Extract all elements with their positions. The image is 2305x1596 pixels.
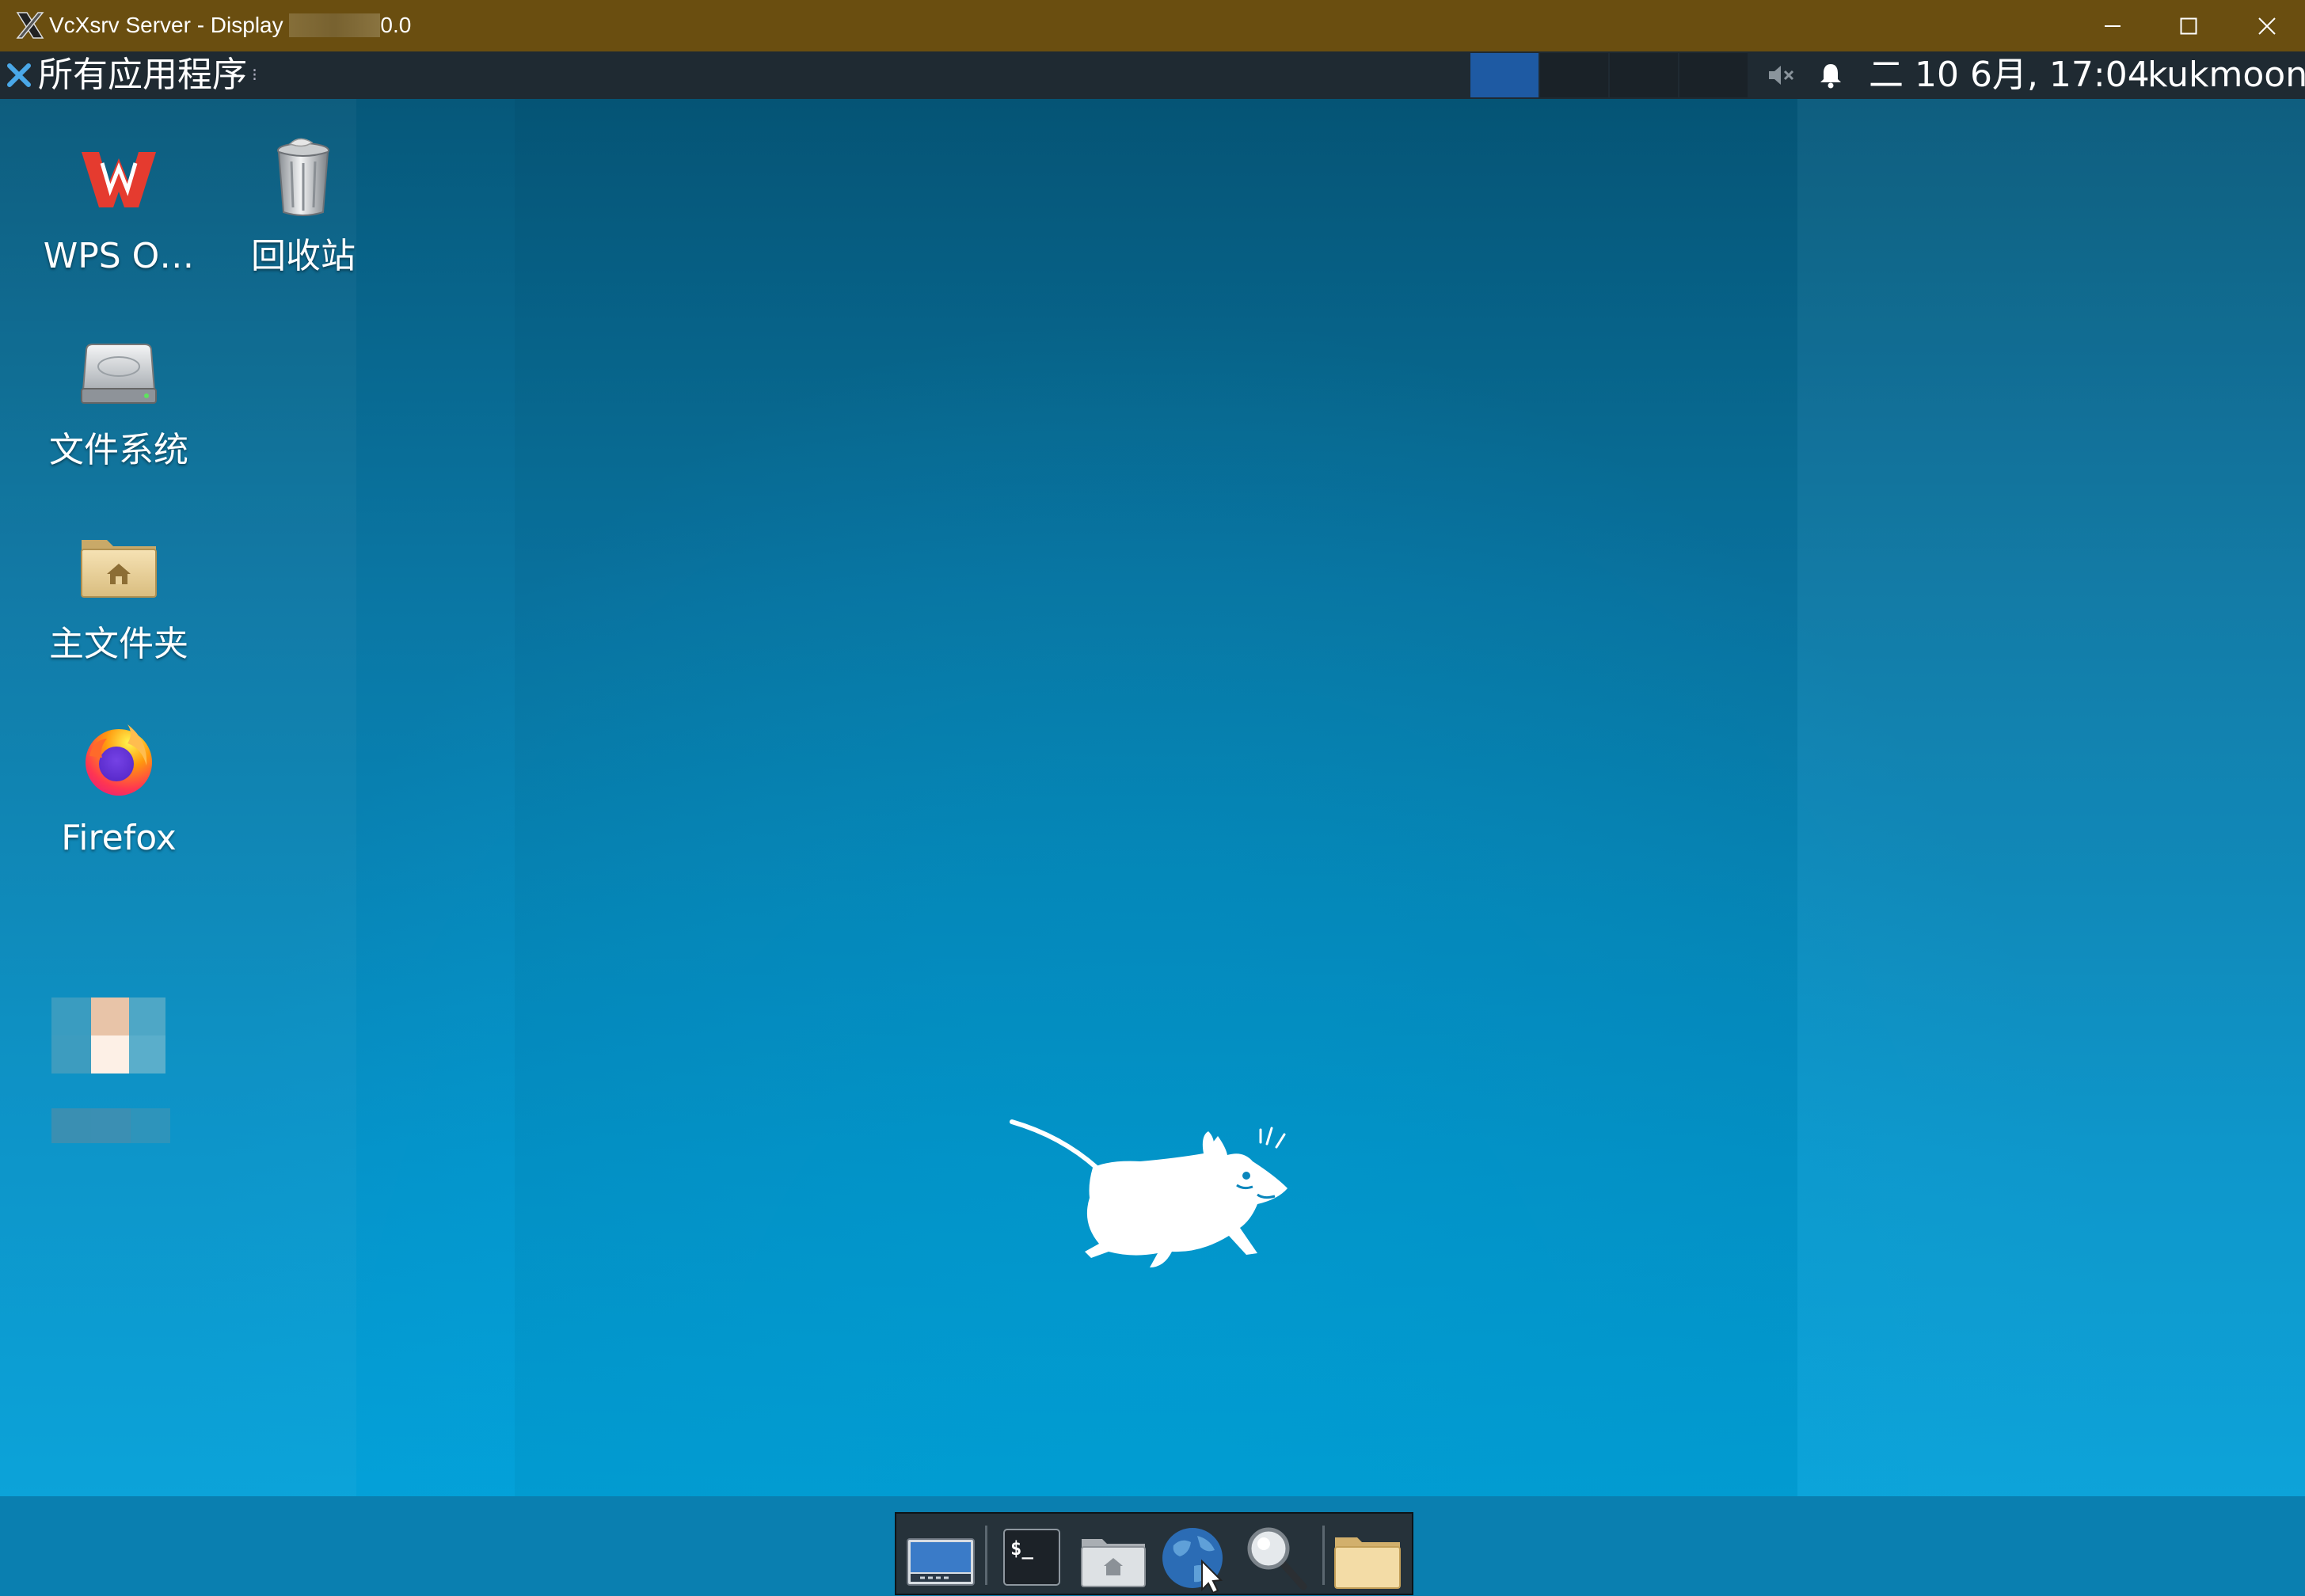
wallpaper-band [515,99,1797,1496]
top-panel: 所有应用程序 ⁝ 二 10 6月, 17:04 kukmoon [0,51,2305,99]
dock-folder[interactable] [1330,1522,1406,1593]
applications-menu-button[interactable]: 所有应用程序 ⁝ [6,51,257,99]
user-menu[interactable]: kukmoon [2147,51,2305,99]
home-folder-icon [1081,1539,1146,1587]
applications-menu-label: 所有应用程序 [38,55,247,95]
window-title: VcXsrv Server - Display 0.0 [49,11,411,40]
volume-button[interactable] [1767,51,1796,99]
hard-drive-icon [81,344,157,404]
wps-office-icon [82,152,156,207]
show-desktop-icon [907,1538,975,1586]
xfce-x-icon [7,63,31,87]
window-title-text: VcXsrv Server - Display [49,13,283,37]
desktop-icon-label: 回收站 [251,236,356,276]
panel-handle-icon: ⁝ [252,65,257,86]
vcxsrv-x-icon [16,12,44,39]
bottom-dock: $_ [895,1512,1413,1595]
desktop-icon-home[interactable]: 主文件夹 [28,522,210,667]
dock-web-browser[interactable] [1158,1522,1234,1594]
desktop-icon-label: WPS O… [43,236,195,276]
notifications-button[interactable] [1819,51,1843,99]
workspace-2[interactable] [1540,53,1608,97]
desktop-icon-label: 文件系统 [49,430,188,470]
close-button[interactable] [2229,0,2305,51]
terminal-icon: $_ [1003,1529,1060,1586]
panel-clock[interactable]: 二 10 6月, 17:04 [1869,51,2150,99]
maximize-button[interactable] [2151,0,2227,51]
notification-bell-icon [1820,64,1841,89]
volume-muted-icon [1769,66,1794,85]
desktop-icon-firefox[interactable]: Firefox [28,716,210,861]
desktop-icon-label: Firefox [61,818,177,858]
terminal-glyph: $_ [1010,1537,1033,1560]
home-folder-icon [81,540,157,598]
window-titlebar[interactable]: VcXsrv Server - Display 0.0 [0,0,2305,51]
close-icon [2258,17,2276,35]
redacted-display-number [289,13,381,37]
workspace-4[interactable] [1679,53,1748,97]
dock-home-folder[interactable] [1075,1522,1151,1593]
minimize-button[interactable] [2075,0,2151,51]
minimize-icon [2105,25,2121,27]
desktop-icon-label: 主文件夹 [49,624,188,664]
desktop-icon-trash[interactable]: 回收站 [212,135,394,279]
xfce-mouse-logo [1010,1119,1288,1267]
redacted-desktop-icon[interactable] [51,998,210,1188]
desktop-icon-wps[interactable]: WPS O… [28,135,210,279]
wallpaper-band [1797,99,2305,1496]
web-browser-icon [1162,1528,1223,1594]
firefox-icon [86,724,152,796]
app-finder-icon [1247,1527,1307,1590]
trash-icon [277,138,329,216]
desktop[interactable]: WPS O… 回收站 文件系统 主文件夹 Firefox $_ [0,99,2305,1595]
maximize-icon [2180,17,2197,34]
dock-app-finder[interactable] [1240,1522,1316,1593]
display-suffix: 0.0 [380,13,412,37]
dock-separator [1322,1526,1325,1585]
workspace-3[interactable] [1610,53,1678,97]
dock-terminal[interactable]: $_ [993,1522,1069,1593]
dock-show-desktop[interactable] [903,1522,979,1593]
workspace-1[interactable] [1470,53,1539,97]
folder-icon [1334,1537,1401,1589]
desktop-icon-filesystem[interactable]: 文件系统 [28,329,210,473]
dock-separator [985,1526,987,1585]
